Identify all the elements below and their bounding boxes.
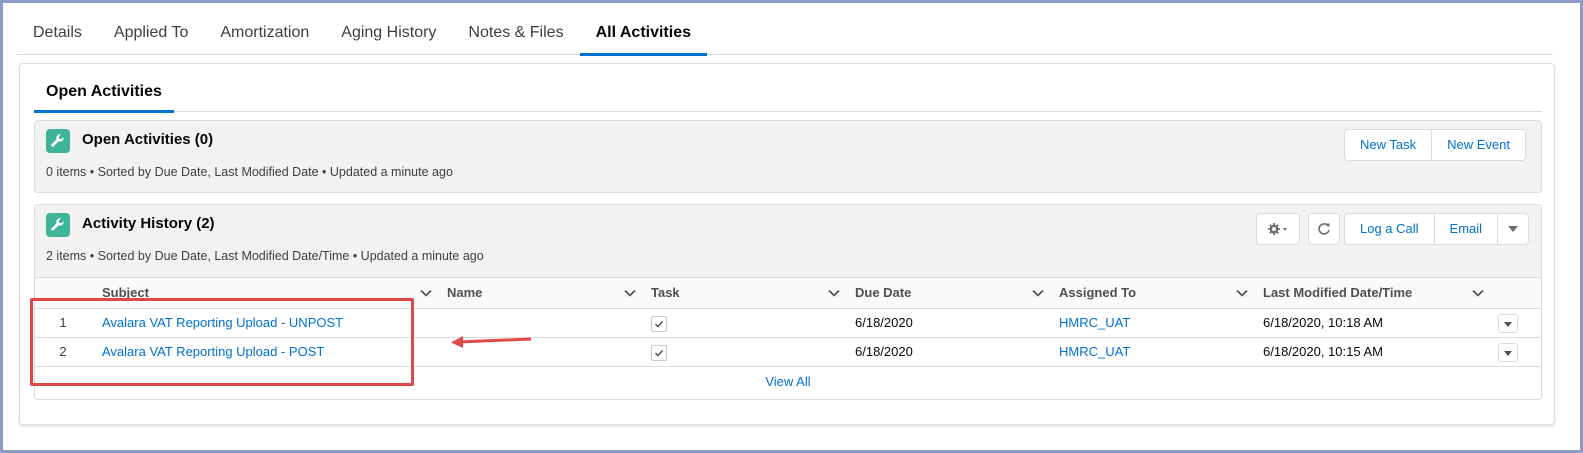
activity-history-title: Activity History (2) bbox=[82, 215, 215, 232]
assigned-to-link[interactable]: HMRC_UAT bbox=[1059, 309, 1130, 337]
col-name[interactable]: Name bbox=[447, 278, 482, 308]
chevron-down-icon[interactable] bbox=[420, 287, 432, 299]
annotation-highlight-box bbox=[30, 298, 414, 386]
assigned-to-link[interactable]: HMRC_UAT bbox=[1059, 338, 1130, 366]
tab-notes-files[interactable]: Notes & Files bbox=[452, 11, 579, 55]
chevron-down-icon[interactable] bbox=[1472, 287, 1484, 299]
col-assigned-to[interactable]: Assigned To bbox=[1059, 278, 1136, 308]
checkmark-icon bbox=[654, 320, 664, 328]
gear-icon bbox=[1268, 223, 1287, 235]
open-activities-meta: 0 items • Sorted by Due Date, Last Modif… bbox=[46, 165, 453, 179]
activity-history-meta: 2 items • Sorted by Due Date, Last Modif… bbox=[46, 249, 484, 263]
col-due-date[interactable]: Due Date bbox=[855, 278, 911, 308]
wrench-icon bbox=[46, 213, 70, 237]
chevron-down-icon[interactable] bbox=[1236, 287, 1248, 299]
settings-menu-button[interactable] bbox=[1256, 213, 1300, 245]
tab-open-activities[interactable]: Open Activities bbox=[34, 74, 174, 113]
row-actions-button[interactable] bbox=[1498, 343, 1518, 362]
new-event-button[interactable]: New Event bbox=[1432, 129, 1526, 161]
tab-all-activities[interactable]: All Activities bbox=[579, 11, 708, 56]
chevron-down-icon bbox=[1504, 350, 1512, 356]
chevron-down-icon[interactable] bbox=[1032, 287, 1044, 299]
more-actions-button[interactable] bbox=[1498, 213, 1530, 245]
task-checkbox bbox=[651, 345, 667, 361]
chevron-down-icon bbox=[1504, 321, 1512, 327]
due-date-cell: 6/18/2020 bbox=[855, 315, 913, 330]
refresh-icon bbox=[1318, 223, 1330, 235]
col-task[interactable]: Task bbox=[651, 278, 680, 308]
open-activities-title: Open Activities (0) bbox=[82, 131, 214, 148]
activity-history-actions: Log a Call Email bbox=[1344, 213, 1530, 245]
tab-amortization[interactable]: Amortization bbox=[204, 11, 325, 55]
refresh-button[interactable] bbox=[1308, 213, 1340, 245]
chevron-down-icon[interactable] bbox=[828, 287, 840, 299]
open-activities-actions: New Task New Event bbox=[1344, 129, 1526, 161]
record-tabs: Details Applied To Amortization Aging Hi… bbox=[17, 11, 1553, 56]
tab-details[interactable]: Details bbox=[17, 11, 98, 55]
row-actions-button[interactable] bbox=[1498, 314, 1518, 333]
chevron-down-icon bbox=[1508, 226, 1519, 232]
view-all-link[interactable]: View All bbox=[765, 374, 810, 389]
last-modified-cell: 6/18/2020, 10:15 AM bbox=[1263, 344, 1383, 359]
due-date-cell: 6/18/2020 bbox=[855, 344, 913, 359]
col-last-modified[interactable]: Last Modified Date/Time bbox=[1263, 278, 1412, 308]
activity-subtabs: Open Activities bbox=[34, 74, 1542, 113]
tab-aging-history[interactable]: Aging History bbox=[325, 11, 452, 55]
new-task-button[interactable]: New Task bbox=[1344, 129, 1433, 161]
annotation-arrow-icon bbox=[451, 336, 532, 348]
activity-history-header: Activity History (2) 2 items • Sorted by… bbox=[35, 205, 1541, 277]
window-frame: Details Applied To Amortization Aging Hi… bbox=[0, 0, 1583, 453]
open-activities-panel: Open Activities (0) 0 items • Sorted by … bbox=[34, 120, 1542, 193]
wrench-icon bbox=[46, 129, 70, 153]
chevron-down-icon[interactable] bbox=[624, 287, 636, 299]
last-modified-cell: 6/18/2020, 10:18 AM bbox=[1263, 315, 1383, 330]
tab-applied-to[interactable]: Applied To bbox=[98, 11, 204, 55]
checkmark-icon bbox=[654, 349, 664, 357]
email-button[interactable]: Email bbox=[1434, 213, 1499, 245]
log-a-call-button[interactable]: Log a Call bbox=[1344, 213, 1435, 245]
task-checkbox bbox=[651, 316, 667, 332]
